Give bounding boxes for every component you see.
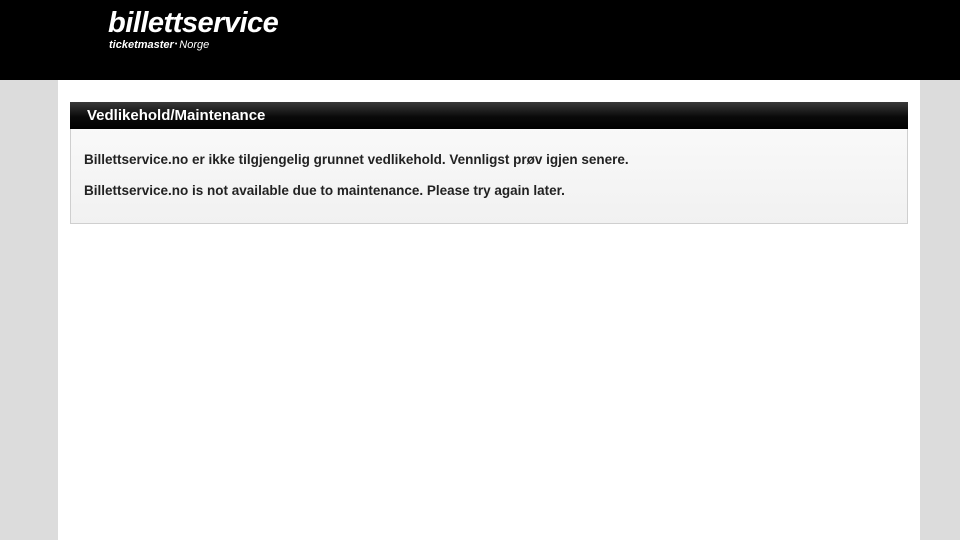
maintenance-panel: Vedlikehold/Maintenance Billettservice.n… (70, 102, 908, 224)
panel-title: Vedlikehold/Maintenance (70, 102, 908, 129)
billettservice-logo[interactable]: billettservice ticketmaster• Norge (108, 6, 279, 51)
logo-sub-country: Norge (179, 39, 210, 51)
logo-sub-dot: • (174, 41, 178, 48)
maintenance-message-norwegian: Billettservice.no er ikke tilgjengelig g… (84, 152, 629, 167)
site-header: billettservice ticketmaster• Norge (0, 0, 960, 80)
panel-body: Billettservice.no er ikke tilgjengelig g… (84, 151, 884, 213)
maintenance-message-english: Billettservice.no is not available due t… (84, 183, 565, 198)
logo-wordmark: billettservice (108, 7, 279, 39)
main-content: Vedlikehold/Maintenance Billettservice.n… (58, 80, 920, 540)
logo-sub-brand: ticketmaster (109, 39, 174, 51)
logo-subtitle: ticketmaster• Norge (109, 39, 278, 51)
